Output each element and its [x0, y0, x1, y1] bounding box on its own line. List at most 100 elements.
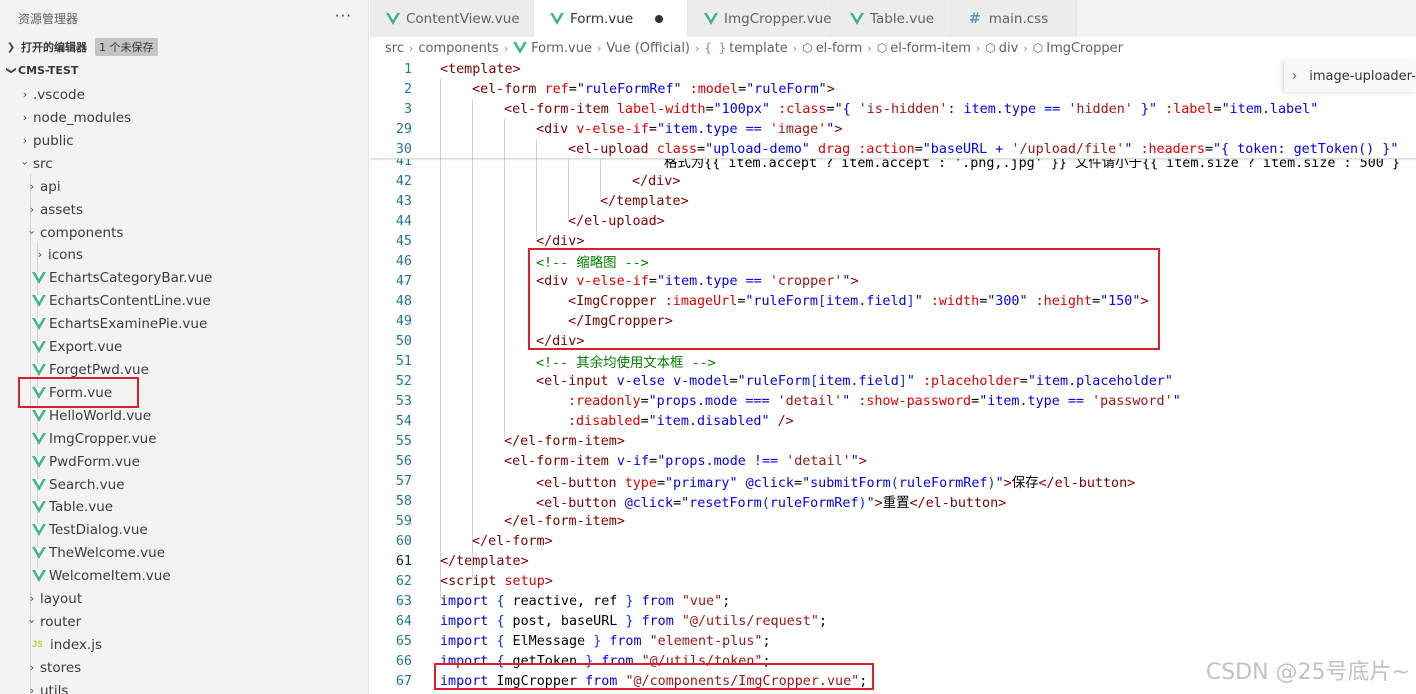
- tree-file-search[interactable]: Search.vue: [0, 473, 368, 496]
- sticky-line[interactable]: 30 <el-upload class="upload-demo" drag :a…: [370, 139, 1416, 159]
- file-tree: › .vscode › node_modules › public › src › api…: [0, 82, 368, 694]
- breadcrumb-item[interactable]: el-form-item: [890, 41, 971, 56]
- code-tag: /el-button: [917, 496, 999, 511]
- code-attr: class: [656, 141, 697, 157]
- tree-file-echarts-content-line[interactable]: EchartsContentLine.vue: [0, 289, 368, 312]
- line-number: 2: [403, 81, 412, 97]
- sticky-line[interactable]: 29 <div v-else-if="item.type == 'image'">: [370, 119, 1416, 139]
- code-keyword: import: [440, 633, 489, 649]
- breadcrumb-item[interactable]: el-form: [816, 41, 863, 56]
- open-editors-section[interactable]: ❯ 打开的编辑器 1 个未保存: [0, 36, 368, 58]
- code-attr: :show-password: [858, 393, 972, 409]
- breadcrumb-item[interactable]: Vue (Official): [606, 41, 690, 56]
- vue-file-icon: [32, 569, 46, 582]
- tab-form[interactable]: Form.vue: [534, 0, 688, 37]
- tree-file-hello-world[interactable]: HelloWorld.vue: [0, 404, 368, 427]
- tree-folder-components[interactable]: › components: [0, 221, 368, 244]
- tab-main-css[interactable]: # main.css: [951, 0, 1077, 37]
- tree-item-label: EchartsCategoryBar.vue: [49, 269, 213, 286]
- tree-file-img-cropper[interactable]: ImgCropper.vue: [0, 427, 368, 450]
- tree-file-form[interactable]: Form.vue: [0, 381, 368, 404]
- unsaved-badge: 1 个未保存: [95, 38, 158, 56]
- tree-folder-utils[interactable]: › utils: [0, 679, 368, 694]
- line-number: 63: [395, 593, 412, 609]
- tab-content-view[interactable]: ContentView.vue: [370, 0, 534, 37]
- breadcrumb-item[interactable]: template: [729, 41, 788, 56]
- tree-file-table[interactable]: Table.vue: [0, 495, 368, 518]
- outline-peek[interactable]: › image-uploader-i: [1283, 60, 1416, 92]
- code-attr: :headers: [1140, 141, 1205, 157]
- code-keyword: import: [440, 653, 489, 669]
- project-section[interactable]: ❯ CMS-TEST: [0, 59, 368, 81]
- tree-folder-icons[interactable]: › icons: [0, 243, 368, 266]
- code-value: ": [850, 453, 859, 469]
- tree-folder-router[interactable]: › router: [0, 610, 368, 633]
- code-tag: el-form-item: [512, 453, 609, 469]
- line-number: 57: [395, 473, 412, 489]
- line-number: 51: [395, 353, 412, 369]
- code-line: 62 <script setup>: [370, 571, 1416, 591]
- code-keyword: from: [585, 673, 618, 689]
- tree-file-export[interactable]: Export.vue: [0, 335, 368, 358]
- code-line: 43 </template>: [370, 191, 1416, 211]
- code-attr: :imageUrl: [664, 293, 738, 309]
- code-line: 46 <!-- 缩略图 -->: [370, 251, 1416, 272]
- breadcrumb-item[interactable]: components: [418, 41, 498, 56]
- sticky-scroll-shadow: [370, 158, 1416, 161]
- tree-folder-api[interactable]: › api: [0, 175, 368, 198]
- breadcrumb-item[interactable]: Form.vue: [531, 41, 592, 56]
- code-value: item.field: [818, 373, 899, 389]
- tree-file-forget-pwd[interactable]: ForgetPwd.vue: [0, 358, 368, 381]
- line-number: 1: [403, 61, 412, 77]
- code-bracket: [: [817, 293, 826, 309]
- code-attr: type: [624, 476, 657, 491]
- tab-img-cropper[interactable]: ImgCropper.vue: [688, 0, 832, 37]
- sticky-line[interactable]: 3 <el-form-item label-width="100px" :clas…: [370, 99, 1416, 119]
- more-actions-icon[interactable]: ···: [335, 7, 352, 25]
- code-text: 保存: [1011, 476, 1039, 491]
- tree-file-pwd-form[interactable]: PwdForm.vue: [0, 450, 368, 473]
- tree-folder-layout[interactable]: › layout: [0, 587, 368, 610]
- tree-folder-stores[interactable]: › stores: [0, 656, 368, 679]
- code-tag: el-form-item: [512, 101, 609, 117]
- tree-file-welcome-item[interactable]: WelcomeItem.vue: [0, 564, 368, 587]
- code-value: ": [1124, 141, 1133, 157]
- tree-folder-vscode[interactable]: › .vscode: [0, 83, 368, 106]
- tree-file-test-dialog[interactable]: TestDialog.vue: [0, 518, 368, 541]
- code-value: "{: [834, 101, 859, 117]
- code-comment: <!-- 其余均使用文本框 -->: [536, 356, 716, 371]
- tree-folder-node-modules[interactable]: › node_modules: [0, 106, 368, 129]
- tree-file-echarts-examine-pie[interactable]: EchartsExaminePie.vue: [0, 312, 368, 335]
- code-tag: /el-form-item: [512, 513, 617, 529]
- line-number: 67: [395, 673, 412, 689]
- breadcrumb-item[interactable]: div: [999, 41, 1019, 56]
- code-string: 'image': [769, 121, 827, 137]
- code-attr: :placeholder: [923, 373, 1020, 389]
- code-tag: div: [544, 273, 569, 289]
- explorer-sidebar: 资源管理器 ··· ❯ 打开的编辑器 1 个未保存 ❯ CMS-TEST › .v…: [0, 0, 369, 694]
- tree-file-index-js[interactable]: JS index.js: [0, 633, 368, 656]
- vue-file-icon: [550, 12, 564, 25]
- code-bracket: [: [810, 373, 819, 389]
- tree-item-label: index.js: [50, 636, 103, 653]
- tree-folder-public[interactable]: › public: [0, 129, 368, 152]
- code-tag: /el-button: [1046, 476, 1128, 491]
- chevron-right-icon: ›: [596, 41, 602, 55]
- code-attr: @click: [745, 476, 794, 491]
- sticky-line[interactable]: 1 <template>: [370, 59, 1416, 79]
- code-string: 'hidden': [1068, 101, 1133, 117]
- sticky-line[interactable]: 2 <el-form ref="ruleFormRef" :model="rule…: [370, 79, 1416, 99]
- unsaved-dot-icon[interactable]: [655, 14, 664, 23]
- tab-table[interactable]: Table.vue: [831, 0, 951, 37]
- code-editor[interactable]: 41 格式为{{ item.accept ? item.accept : '.pn…: [370, 59, 1416, 694]
- tree-folder-src[interactable]: › src: [0, 152, 368, 175]
- code-line: 59 </el-form-item>: [370, 511, 1416, 531]
- breadcrumb-item[interactable]: ImgCropper: [1046, 41, 1123, 56]
- vue-file-icon: [32, 546, 46, 559]
- tree-file-the-welcome[interactable]: TheWelcome.vue: [0, 541, 368, 564]
- tree-file-echarts-category-bar[interactable]: EchartsCategoryBar.vue: [0, 266, 368, 289]
- tree-folder-assets[interactable]: › assets: [0, 198, 368, 221]
- code-keyword: import: [440, 593, 489, 609]
- code-value: ": [906, 373, 915, 389]
- breadcrumb-item[interactable]: src: [385, 41, 404, 56]
